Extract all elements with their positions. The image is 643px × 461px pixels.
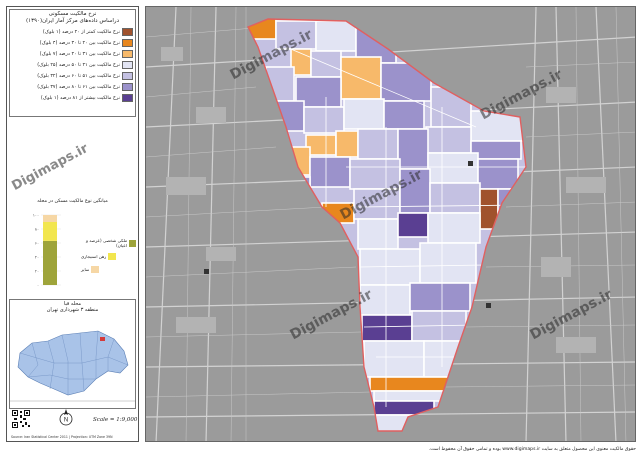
chart-tick-label: ۰ — [37, 282, 39, 287]
legend-label: نرخ مالکیت بین ۳۱ تا ۴۰ درصد (۷ بلوک) — [39, 51, 120, 57]
legend-swatch — [122, 83, 133, 91]
chart-legend-item: سایر — [81, 265, 100, 273]
legend-swatch — [122, 94, 133, 102]
legend-swatch — [122, 28, 133, 36]
legend-item: نرخ مالکیت بین ۳۱ تا ۴۰ درصد (۷ بلوک) — [14, 50, 133, 58]
legend-item: نرخ مالکیت بین ۶۱ تا ۸۰ درصد (۳۷ بلوک) — [14, 83, 133, 91]
copyright-footer: حقوق مالکیت معنوی این محصول متعلق به سای… — [428, 447, 636, 452]
legend-swatch — [122, 39, 133, 47]
side-panel: نرخ مالکیت مسکونی دراساس داده‌های مرکز آ… — [6, 6, 139, 442]
chart-legend-label: ملکی شخصی (عرصه و اعیان) — [86, 238, 128, 248]
chart-bar-segment — [43, 215, 57, 222]
chart-legend-label: رهن استیجاری — [81, 253, 107, 259]
legend-title-line1: نرخ مالکیت مسکونی — [48, 11, 97, 17]
legend-title: نرخ مالکیت مسکونی دراساس داده‌های مرکز آ… — [12, 11, 133, 25]
map-canvas — [146, 7, 635, 441]
chart-tick-label: ۴۰ — [35, 254, 39, 259]
chart-legend-swatch — [91, 265, 100, 273]
scale-text: Scale = 1:9,000 — [93, 417, 138, 423]
legend-swatch — [122, 61, 133, 69]
legend-swatch — [122, 72, 133, 80]
tehran-inset-map — [10, 313, 135, 408]
legend-item: نرخ مالکیت بیشتر از ۸۱ درصد (۱ بلوک) — [14, 94, 133, 102]
legend-label: نرخ مالکیت بین ۲۰ تا ۳۰ درصد (۴ بلوک) — [39, 40, 120, 46]
legend-swatch — [122, 50, 133, 58]
qr-code-icon — [11, 409, 31, 429]
legend-label: نرخ مالکیت کمتر از ۲۰ درصد (۱ بلوک) — [42, 29, 120, 35]
chart-legend-item: ملکی شخصی (عرصه و اعیان) — [81, 238, 136, 248]
legend-label: نرخ مالکیت بین ۵۱ تا ۶۰ درصد (۳۲ بلوک) — [37, 73, 120, 79]
legend-item: نرخ مالکیت بین ۲۰ تا ۳۰ درصد (۴ بلوک) — [14, 39, 133, 47]
legend-label: نرخ مالکیت بیشتر از ۸۱ درصد (۱ بلوک) — [40, 95, 120, 101]
data-credit: Source: Iran Statistical Center 2011 | P… — [11, 435, 113, 439]
chart-tick-label: ۱۰۰ — [33, 212, 39, 217]
chart-tick-label: ۶۰ — [35, 240, 39, 245]
legend-title-line2: دراساس داده‌های مرکز آمار ایران(۱۳۹۰) — [25, 18, 120, 24]
chart-title: میانگین نوع مالکیت مسکن در محله — [37, 199, 108, 204]
location-map: محله قبا منطقه ۳ شهرداری تهران — [9, 299, 136, 409]
legend-label: نرخ مالکیت بین ۶۱ تا ۸۰ درصد (۳۷ بلوک) — [37, 84, 120, 90]
map-sheet: نرخ مالکیت مسکونی دراساس داده‌های مرکز آ… — [0, 0, 643, 461]
chart-bar-segment — [43, 240, 57, 285]
north-arrow-icon: N — [59, 409, 73, 426]
ownership-chart: میانگین نوع مالکیت مسکن در محله ۱۰۰ ۸۰ ۶۰ ۴… — [9, 199, 136, 295]
chart-bar-segment — [43, 222, 57, 241]
chart-legend-label: سایر — [81, 266, 90, 272]
chart-tick-label: ۲۰ — [35, 268, 39, 273]
poi-marker — [204, 269, 209, 274]
legend-item: نرخ مالکیت کمتر از ۲۰ درصد (۱ بلوک) — [14, 28, 133, 36]
main-map: Digimaps.ir Digimaps.ir Digimaps.ir Digi… — [145, 6, 636, 442]
chart-tick-label: ۸۰ — [35, 226, 39, 231]
chart-legend-swatch — [129, 239, 136, 247]
chart-legend-item: رهن استیجاری — [81, 252, 117, 260]
legend-label: نرخ مالکیت بین ۴۱ تا ۵۰ درصد (۲۵ بلوک) — [37, 62, 120, 68]
legend-item: نرخ مالکیت بین ۴۱ تا ۵۰ درصد (۲۵ بلوک) — [14, 61, 133, 69]
chart-legend-swatch — [108, 252, 117, 260]
legend-item: نرخ مالکیت بین ۵۱ تا ۶۰ درصد (۳۲ بلوک) — [14, 72, 133, 80]
study-area-marker — [100, 337, 105, 341]
location-title: محله قبا منطقه ۳ شهرداری تهران — [10, 301, 135, 313]
legend: نرخ مالکیت مسکونی دراساس داده‌های مرکز آ… — [9, 9, 136, 117]
svg-text:N: N — [64, 418, 68, 424]
chart-plot: ۱۰۰ ۸۰ ۶۰ ۴۰ ۲۰ ۰ — [33, 212, 61, 287]
